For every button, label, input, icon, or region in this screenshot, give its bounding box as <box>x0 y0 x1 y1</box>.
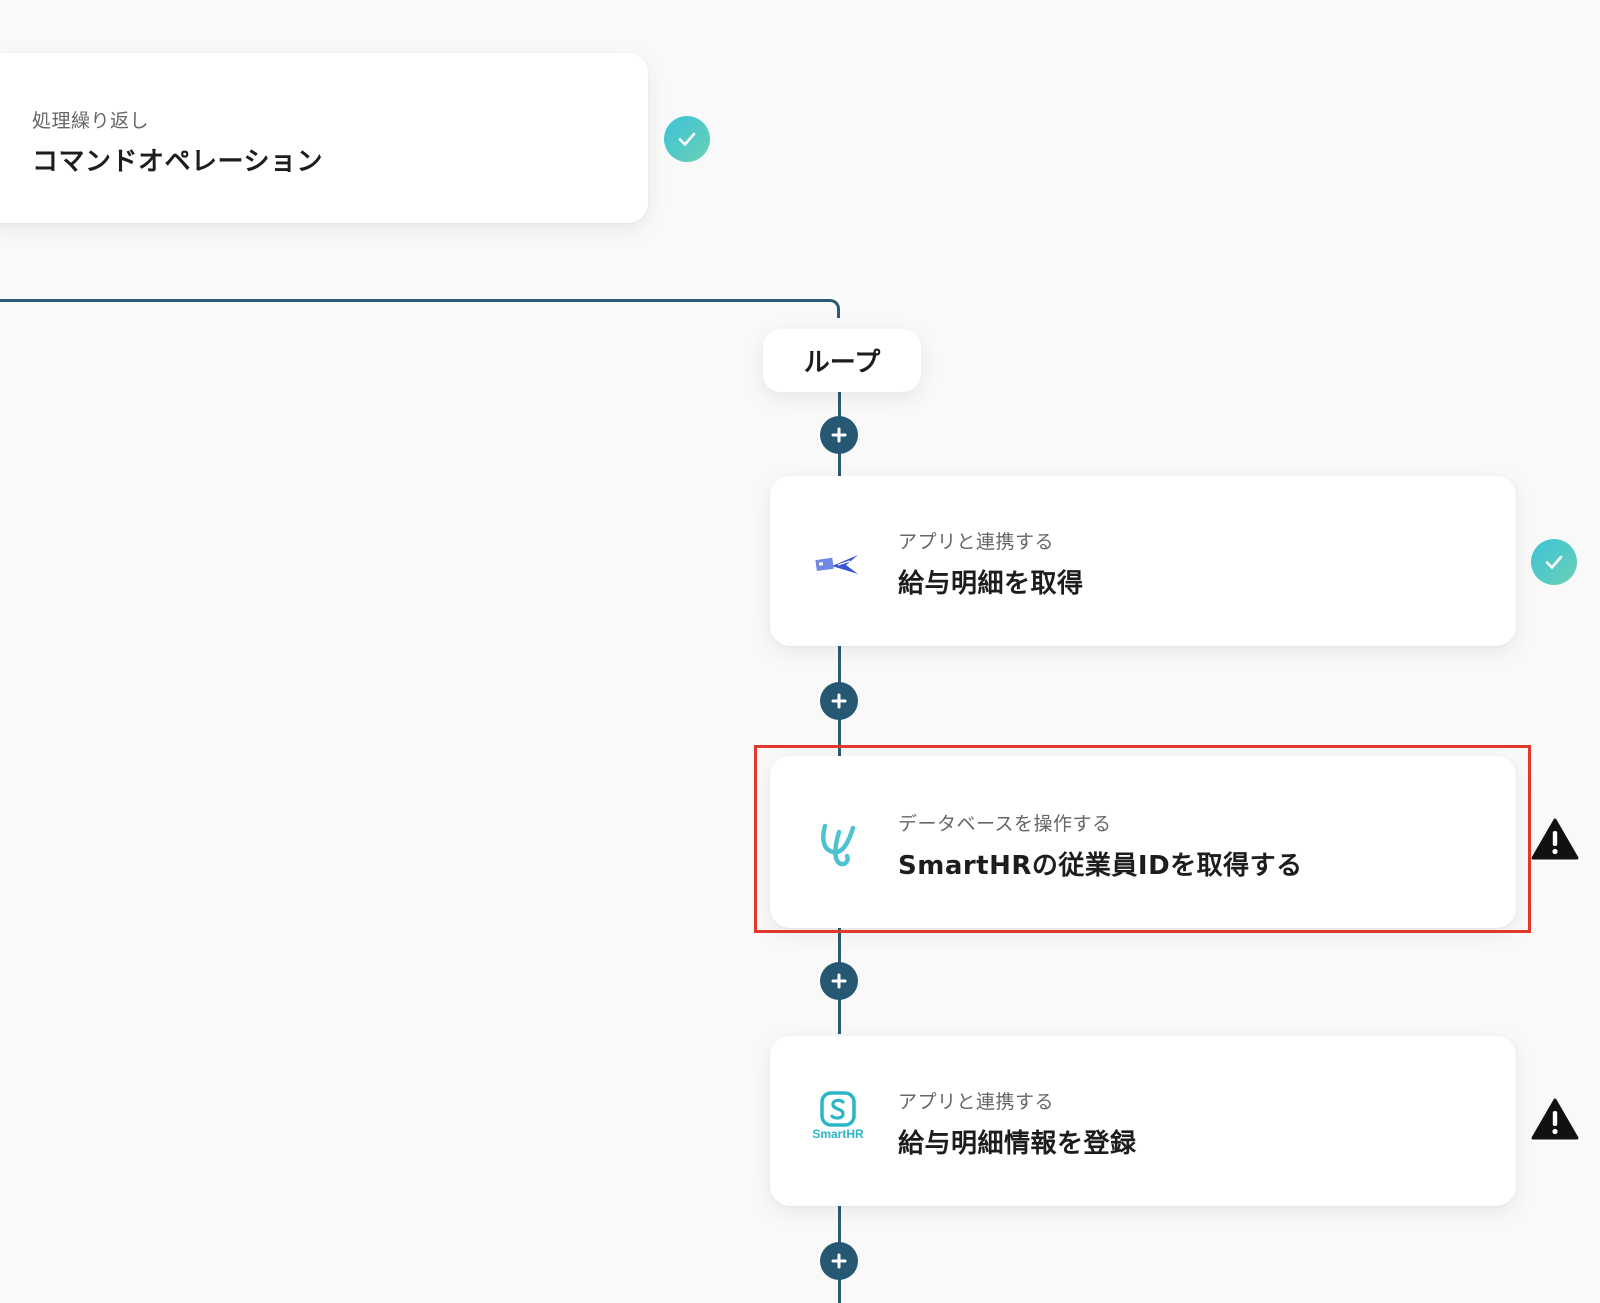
yoom-database-logo-icon <box>810 814 866 870</box>
smarthr-logo-icon: SmartHR <box>810 1088 866 1144</box>
step-category-label: アプリと連携する <box>898 1091 1055 1113</box>
add-step-button[interactable] <box>820 416 858 454</box>
loop-label[interactable]: ループ <box>763 329 921 392</box>
step-title: 給与明細を取得 <box>898 569 1084 599</box>
step-category-label: アプリと連携する <box>898 531 1055 553</box>
add-step-button[interactable] <box>820 962 858 1000</box>
step-category-label: 処理繰り返し <box>32 110 150 132</box>
loop-connector-line <box>0 299 840 318</box>
warning-icon <box>1530 1096 1580 1142</box>
smarthr-logo-text: SmartHR <box>812 1127 864 1141</box>
warning-icon <box>1530 816 1580 862</box>
step-category-label: データベースを操作する <box>898 813 1112 835</box>
success-check-icon <box>1531 539 1577 585</box>
flow-canvas: 処理繰り返し コマンドオペレーション ループ アプリと連携する 給与明細を取得 <box>0 0 1600 1303</box>
loop-step-card[interactable]: 処理繰り返し コマンドオペレーション <box>0 53 648 223</box>
step-title: コマンドオペレーション <box>32 147 323 177</box>
step-title: SmartHRの従業員IDを取得する <box>898 851 1303 881</box>
success-check-icon <box>664 116 710 162</box>
step-card-register-payslip[interactable]: SmartHR アプリと連携する 給与明細情報を登録 <box>770 1036 1516 1206</box>
add-step-button[interactable] <box>820 1242 858 1280</box>
add-step-button[interactable] <box>820 682 858 720</box>
step-card-get-smarthr-employee-id[interactable]: データベースを操作する SmartHRの従業員IDを取得する <box>770 756 1516 928</box>
step-card-get-payslip[interactable]: アプリと連携する 給与明細を取得 <box>770 476 1516 646</box>
payroll-bird-logo-icon <box>810 533 866 589</box>
step-title: 給与明細情報を登録 <box>898 1129 1137 1159</box>
